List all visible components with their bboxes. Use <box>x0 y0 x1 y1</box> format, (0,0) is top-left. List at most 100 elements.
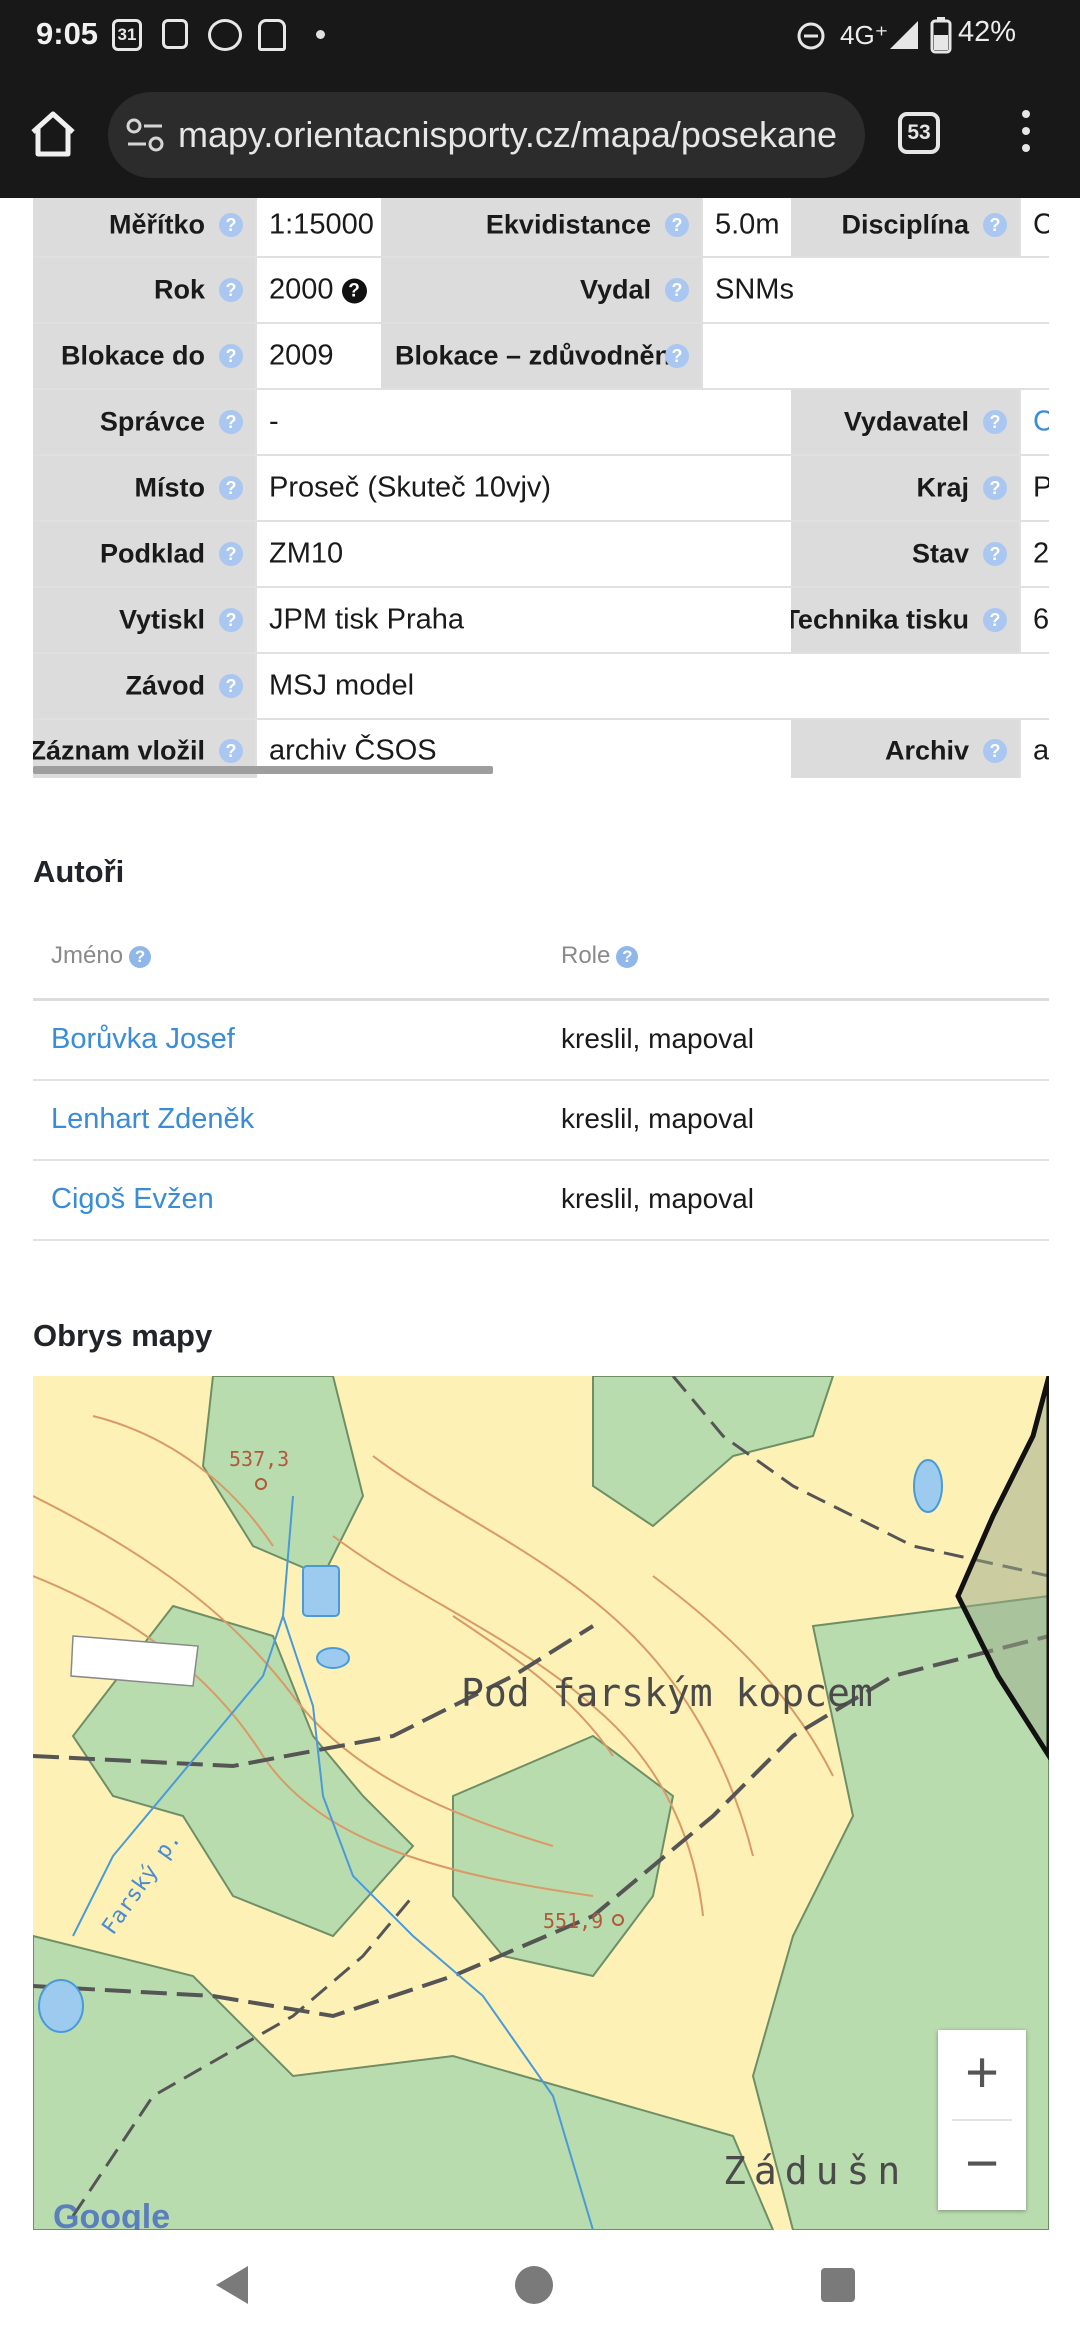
help-icon[interactable]: ? <box>983 476 1007 500</box>
help-icon[interactable]: ? <box>219 344 243 368</box>
url-text[interactable]: mapy.orientacnisporty.cz/mapa/posekane <box>178 114 837 156</box>
meritko-value: 1:15000 <box>269 208 374 241</box>
help-icon[interactable]: ? <box>219 410 243 434</box>
disciplina-label-cell: Disciplína? <box>791 198 1019 258</box>
rok-value: 2000 <box>269 273 334 306</box>
rok-info-icon[interactable]: ? <box>341 278 367 304</box>
vytiskl-label-cell: Vytiskl? <box>33 588 255 654</box>
col-role-header[interactable]: Role? <box>561 942 639 970</box>
ekvidistance-value: 5.0m <box>715 208 780 241</box>
stav-value: 2 <box>1033 537 1049 570</box>
blokace-do-value: 2009 <box>269 339 334 372</box>
help-icon[interactable]: ? <box>616 946 639 968</box>
table-row: Cigoš Evžen kreslil, mapoval <box>33 1161 1049 1241</box>
help-icon[interactable]: ? <box>219 278 243 302</box>
network-type: 4G⁺ <box>840 20 889 50</box>
spravce-label-cell: Správce? <box>33 390 255 456</box>
blokace-zduvodneni-value-cell <box>701 324 1049 390</box>
podklad-value-cell: ZM10 <box>255 522 791 588</box>
podklad-label: Podklad <box>99 538 205 569</box>
help-icon[interactable]: ? <box>219 608 243 632</box>
notification-icon <box>208 19 242 51</box>
meritko-label-cell: Měřítko? <box>33 198 255 258</box>
map-info-table[interactable]: Měřítko? 1:15000 Ekvidistance? 5.0m Disc… <box>33 198 1049 778</box>
table-horizontal-scrollbar[interactable] <box>33 766 493 774</box>
site-settings-icon[interactable] <box>126 116 166 154</box>
do-not-disturb-icon <box>797 22 825 50</box>
author-link[interactable]: Cigoš Evžen <box>51 1183 214 1216</box>
help-icon[interactable]: ? <box>219 213 243 237</box>
help-icon[interactable]: ? <box>983 213 1007 237</box>
misto-value: Proseč (Skuteč 10vjv) <box>269 471 552 504</box>
help-icon[interactable]: ? <box>983 542 1007 566</box>
zoom-in-button[interactable]: + <box>938 2030 1026 2119</box>
zoom-out-button[interactable]: − <box>938 2121 1026 2210</box>
vydavatel-label: Vydavatel <box>843 406 969 437</box>
help-icon[interactable]: ? <box>219 476 243 500</box>
zavod-label: Závod <box>125 670 205 701</box>
vytiskl-value-cell: JPM tisk Praha <box>255 588 791 654</box>
technika-value-cell: 6 <box>1019 588 1049 654</box>
address-bar[interactable]: mapy.orientacnisporty.cz/mapa/posekane <box>108 92 865 178</box>
vydavatel-link[interactable]: C <box>1033 406 1049 439</box>
help-icon[interactable]: ? <box>219 674 243 698</box>
table-row: Borůvka Josef kreslil, mapoval <box>33 1001 1049 1081</box>
help-icon[interactable]: ? <box>665 213 689 237</box>
system-navigation-bar <box>0 2230 1080 2340</box>
spot-height-label: 537,3 <box>229 1447 289 1471</box>
help-icon[interactable]: ? <box>665 278 689 302</box>
help-icon[interactable]: ? <box>665 344 689 368</box>
help-icon[interactable]: ? <box>219 542 243 566</box>
table-row: Lenhart Zdeněk kreslil, mapoval <box>33 1081 1049 1161</box>
archiv-label: Archiv <box>884 735 969 766</box>
ekvidistance-label: Ekvidistance <box>485 209 651 240</box>
tab-switcher-button[interactable]: 53 <box>898 112 940 154</box>
author-role: kreslil, mapoval <box>561 1183 754 1214</box>
stav-value-cell: 2 <box>1019 522 1049 588</box>
zavod-value: MSJ model <box>269 669 415 702</box>
authors-table: Jméno? Role? Borůvka Josef kreslil, mapo… <box>33 916 1049 1241</box>
zoom-control: + − <box>938 2030 1026 2210</box>
author-link[interactable]: Lenhart Zdeněk <box>51 1103 254 1136</box>
map-outline-heading: Obrys mapy <box>33 1318 213 1353</box>
ekvidistance-value-cell: 5.0m <box>701 198 791 258</box>
archiv-value: a <box>1033 734 1049 767</box>
home-icon[interactable] <box>28 106 78 162</box>
archiv-label-cell: Archiv? <box>791 720 1019 778</box>
help-icon[interactable]: ? <box>983 410 1007 434</box>
col-name-header[interactable]: Jméno? <box>51 942 152 970</box>
zavod-value-cell: MSJ model <box>255 654 1049 720</box>
help-icon[interactable]: ? <box>219 739 243 763</box>
map-view[interactable]: 537,3 551,9 Pod farským kopcem Zádušn Fa… <box>33 1376 1049 2230</box>
calendar-icon: 31 <box>112 19 142 51</box>
zavod-label-cell: Závod? <box>33 654 255 720</box>
back-icon[interactable] <box>212 2262 252 2308</box>
meritko-label: Měřítko <box>108 209 205 240</box>
app-notification-icon <box>162 19 188 49</box>
browser-toolbar: mapy.orientacnisporty.cz/mapa/posekane 5… <box>0 72 1080 198</box>
map-canvas[interactable]: 537,3 551,9 Pod farským kopcem Zádušn Fa… <box>33 1376 1049 2230</box>
rok-label: Rok <box>153 274 205 305</box>
help-icon[interactable]: ? <box>129 946 152 968</box>
home-circle-icon[interactable] <box>515 2266 553 2304</box>
authors-table-header: Jméno? Role? <box>33 916 1049 1001</box>
overflow-menu-icon[interactable] <box>1010 110 1042 160</box>
vydal-value: SNMs <box>715 273 794 306</box>
blokace-do-value-cell: 2009 <box>255 324 381 390</box>
vydal-label: Vydal <box>579 274 651 305</box>
page-content: Měřítko? 1:15000 Ekvidistance? 5.0m Disc… <box>0 198 1080 2230</box>
technika-label: Technika tisku <box>791 604 969 635</box>
kraj-value-cell: P <box>1019 456 1049 522</box>
google-attribution-logo[interactable]: Google <box>53 2198 170 2230</box>
recents-icon[interactable] <box>821 2268 855 2302</box>
help-icon[interactable]: ? <box>983 608 1007 632</box>
technika-value: 6 <box>1033 603 1049 636</box>
help-icon[interactable]: ? <box>983 739 1007 763</box>
author-link[interactable]: Borůvka Josef <box>51 1023 235 1056</box>
authors-heading: Autoři <box>33 854 125 889</box>
spot-height-label: 551,9 <box>543 1909 603 1933</box>
vydavatel-value-cell[interactable]: C <box>1019 390 1049 456</box>
rok-label-cell: Rok? <box>33 258 255 324</box>
kraj-label-cell: Kraj? <box>791 456 1019 522</box>
transit-icon <box>258 19 286 51</box>
